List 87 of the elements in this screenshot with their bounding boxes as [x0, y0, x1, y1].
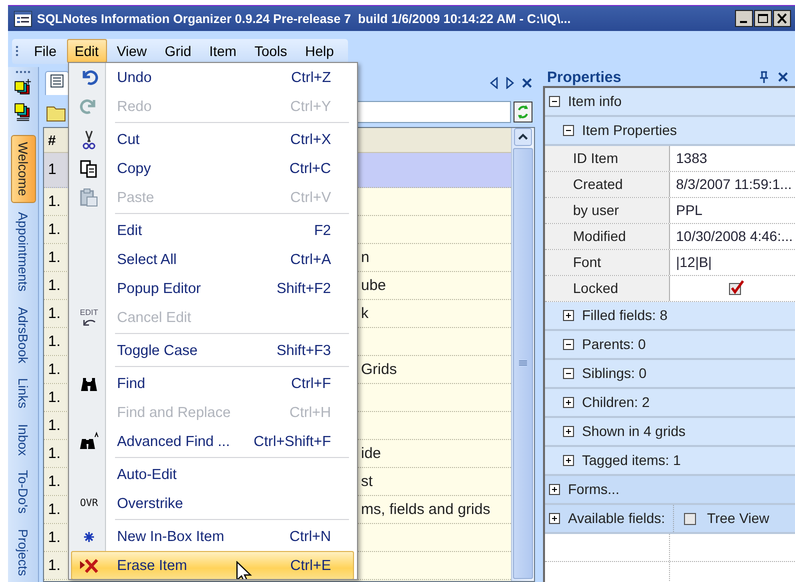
- app-logo-icon: [14, 10, 32, 26]
- plus-icon[interactable]: [563, 426, 574, 436]
- menu-item[interactable]: Help: [297, 39, 342, 63]
- table-cell: st: [361, 472, 373, 490]
- category-label[interactable]: Parents: 0: [582, 336, 646, 352]
- scroll-right-icon[interactable]: [505, 76, 515, 88]
- menu-item[interactable]: File: [26, 39, 65, 63]
- menu-item[interactable]: Toggle Case Shift+F3: [71, 336, 354, 365]
- category-label[interactable]: Forms...: [568, 481, 620, 497]
- property-value[interactable]: 10/30/2008 4:46:...: [670, 224, 795, 248]
- menu-item[interactable]: Tools: [246, 39, 296, 63]
- property-name: ID Item: [545, 146, 670, 170]
- panel-title: Properties: [547, 68, 622, 86]
- sidebar-tab[interactable]: Projects: [12, 523, 34, 582]
- menu-item[interactable]: OVR Overstrike: [71, 489, 354, 518]
- close-icon[interactable]: [521, 76, 533, 88]
- menu-item[interactable]: Copy Ctrl+C: [71, 154, 354, 183]
- pin-icon[interactable]: [759, 71, 769, 83]
- menu-item[interactable]: Edit F2: [71, 216, 354, 245]
- plus-icon[interactable]: [563, 310, 574, 320]
- grid-tab[interactable]: [45, 70, 69, 94]
- property-value[interactable]: 8/3/2007 11:59:1...: [670, 172, 795, 196]
- property-value[interactable]: |12|B|: [670, 250, 795, 274]
- menu-item[interactable]: Find Ctrl+F: [71, 369, 354, 398]
- copy-icon: [78, 158, 100, 180]
- minimize-button[interactable]: [735, 10, 753, 27]
- mouse-cursor-icon: [236, 561, 254, 579]
- property-value[interactable]: 1383: [670, 146, 795, 170]
- scrollbar-thumb[interactable]: [513, 148, 533, 579]
- vertical-scrollbar[interactable]: [511, 128, 534, 581]
- property-name: Created: [545, 172, 670, 196]
- close-icon[interactable]: [777, 71, 789, 83]
- grip-icon: [519, 360, 527, 366]
- menu-item[interactable]: Advanced Find ... Ctrl+Shift+F: [71, 427, 354, 456]
- table-cell: n: [361, 248, 370, 266]
- property-name: Modified: [545, 224, 670, 248]
- table-cell: ide: [361, 444, 382, 462]
- scroll-left-icon[interactable]: [489, 76, 499, 88]
- plus-icon[interactable]: [563, 396, 574, 408]
- sidebar-tab[interactable]: Inbox: [12, 418, 34, 462]
- plus-icon[interactable]: [549, 512, 560, 524]
- property-name: by user: [545, 198, 670, 222]
- sidebar-tab[interactable]: Links: [12, 372, 34, 415]
- minus-icon[interactable]: [563, 368, 574, 378]
- checked-checkbox[interactable]: [728, 280, 744, 296]
- minus-icon[interactable]: [563, 124, 574, 136]
- category-label[interactable]: Item info: [568, 93, 622, 109]
- menu-item[interactable]: Select All Ctrl+A: [71, 245, 354, 274]
- minus-icon[interactable]: [563, 338, 574, 350]
- category-label[interactable]: Siblings: 0: [582, 365, 647, 381]
- menu-item[interactable]: Erase Item Ctrl+E: [71, 551, 354, 579]
- menu-item[interactable]: Item: [201, 39, 244, 63]
- table-cell: ube: [361, 276, 386, 294]
- table-cell: k: [361, 304, 368, 322]
- scroll-up-button[interactable]: [514, 128, 532, 146]
- window-title: SQLNotes Information Organizer 0.9.24 Pre-release 7 build 1/6/2009 10:14:22 AM - C:\IQ\...: [37, 12, 572, 26]
- sidebar-tab[interactable]: AdrsBook: [12, 300, 34, 370]
- menu-item[interactable]: Popup Editor Shift+F2: [71, 274, 354, 303]
- menu-item[interactable]: Cut Ctrl+X: [71, 125, 354, 154]
- category-label[interactable]: Filled fields: 8: [582, 307, 668, 323]
- sidebar-tab[interactable]: Welcome: [10, 135, 36, 204]
- menu-item[interactable]: View: [108, 39, 155, 63]
- plus-icon[interactable]: [563, 454, 574, 466]
- menu-item[interactable]: Undo Ctrl+Z: [71, 63, 354, 92]
- refresh-icon[interactable]: [513, 100, 533, 122]
- property-value[interactable]: PPL: [670, 198, 795, 222]
- sidebar-tab[interactable]: To-Do's: [12, 464, 34, 520]
- close-button[interactable]: [773, 10, 791, 27]
- menu-item[interactable]: New In-Box Item Ctrl+N: [71, 522, 354, 551]
- minus-icon[interactable]: [549, 96, 560, 106]
- table-cell: ms, fields and grids: [361, 500, 490, 518]
- option-label[interactable]: Tree View: [707, 510, 770, 526]
- maximize-button[interactable]: [754, 10, 772, 27]
- overstrike-icon: OVR: [80, 498, 98, 509]
- menu-item[interactable]: Auto-Edit: [71, 460, 354, 489]
- new-item-icon[interactable]: [13, 78, 33, 96]
- category-label[interactable]: Available fields:: [568, 510, 666, 526]
- list-icon: [50, 74, 64, 88]
- property-name: Locked: [545, 276, 670, 300]
- property-name: Font: [545, 250, 670, 274]
- menu-item[interactable]: Grid: [156, 39, 200, 63]
- plus-icon[interactable]: [549, 484, 560, 494]
- table-cell: Grids: [361, 360, 397, 378]
- category-label[interactable]: Children: 2: [582, 394, 650, 410]
- sidebar-tab[interactable]: Appointments: [12, 206, 34, 298]
- menu-item[interactable]: Edit: [66, 39, 107, 63]
- clipboard-icon: [78, 186, 100, 208]
